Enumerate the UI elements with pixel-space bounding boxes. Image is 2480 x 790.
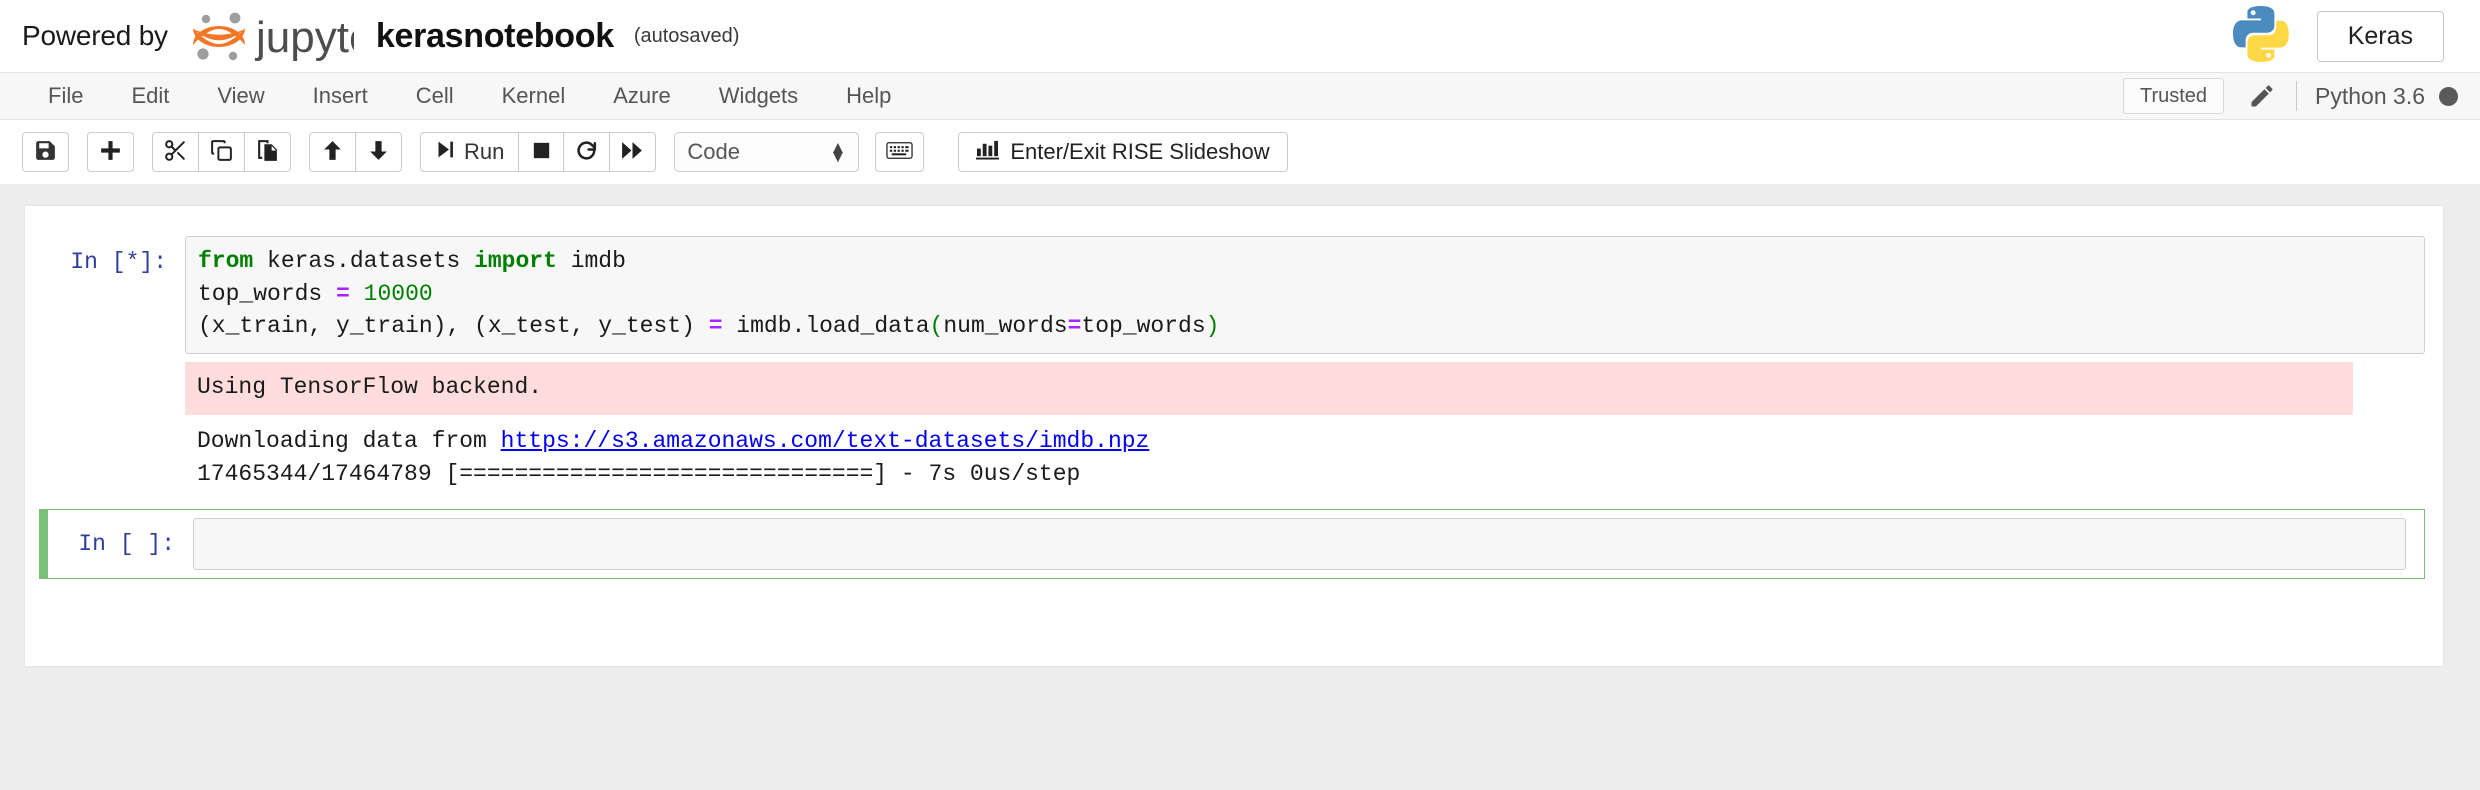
code-source [206,527,2393,560]
menu-item-view[interactable]: View [193,72,288,120]
restart-kernel-icon [574,138,599,166]
svg-text:jupyter: jupyter [254,13,354,62]
toolbar-group-save [22,132,69,172]
fast-forward-icon [620,138,645,166]
scissors-cut-icon [163,138,188,166]
cell-type-value: Code [687,139,740,164]
kernel-name-label: Python 3.6 [2315,82,2425,109]
trusted-badge[interactable]: Trusted [2122,78,2225,114]
move-cell-down-button[interactable] [355,132,402,172]
restart-kernel-button[interactable] [563,132,611,172]
arrow-up-icon [320,138,345,166]
menu-item-azure[interactable]: Azure [589,72,694,120]
menu-item-cell[interactable]: Cell [392,72,478,120]
pencil-icon[interactable] [2224,82,2296,110]
toolbar-group-insert [87,132,134,172]
cell-type-select[interactable]: Code ▲ ▼ [674,132,860,172]
notebook-cell[interactable]: In [*]: from keras.datasets import imdb … [25,228,2443,500]
toolbar-group-run: Run [420,132,657,172]
toolbar-group-clipboard [152,132,291,172]
code-source: from keras.datasets import imdb top_word… [198,248,1220,340]
app-header: Powered by jupyter kerasnotebook (autosa… [0,0,2480,72]
floppy-disk-save-icon [33,138,58,166]
cell-body: from keras.datasets import imdb top_word… [185,236,2425,492]
keras-button[interactable]: Keras [2316,10,2444,62]
python-logo-icon [2232,5,2289,67]
arrow-down-icon [366,138,391,166]
restart-run-all-button[interactable] [609,132,657,172]
download-url-link[interactable]: https://s3.amazonaws.com/text-datasets/i… [501,428,1150,454]
jupyter-logo-icon[interactable]: jupyter [186,10,354,62]
code-editor[interactable] [193,517,2406,571]
menu-item-insert[interactable]: Insert [289,72,392,120]
notebook-container: In [*]: from keras.datasets import imdb … [25,206,2443,666]
menu-item-widgets[interactable]: Widgets [695,72,822,120]
save-button[interactable] [22,132,69,172]
updown-spinner-icon[interactable]: ▲ ▼ [830,138,847,165]
menu-bar: File Edit View Insert Cell Kernel Azure … [0,72,2480,120]
menubar-right-group: Trusted Python 3.6 [2122,78,2480,114]
toolbar-group-palette [875,132,925,172]
bar-chart-icon [976,139,1000,166]
rise-slideshow-button[interactable]: Enter/Exit RISE Slideshow [958,132,1288,172]
cell-output-stream: Downloading data from https://s3.amazona… [197,427,1150,488]
menu-item-kernel[interactable]: Kernel [478,72,590,120]
menu-item-edit[interactable]: Edit [107,72,193,120]
paste-cell-button[interactable] [244,132,291,172]
notebook-cell-selected[interactable]: In [ ]: [39,508,2425,580]
code-editor[interactable]: from keras.datasets import imdb top_word… [185,236,2425,354]
copy-cell-button[interactable] [198,132,245,172]
autosave-status: (autosaved) [633,24,740,47]
cut-cell-button[interactable] [152,132,199,172]
toolbar-group-move [309,132,402,172]
paste-icon [255,138,280,166]
rise-slideshow-label: Enter/Exit RISE Slideshow [1010,139,1270,164]
run-button-label: Run [464,139,505,164]
menu-item-help[interactable]: Help [822,72,915,120]
stop-square-icon [530,139,553,165]
powered-by-label: Powered by [22,20,168,51]
header-right-group: Keras [2232,5,2444,67]
cell-output-stderr: Using TensorFlow backend. [185,361,2353,415]
run-cell-button[interactable]: Run [420,132,520,172]
run-cell-icon [435,139,456,166]
menubar-divider [2296,81,2298,111]
insert-cell-below-button[interactable] [87,132,134,172]
cell-prompt-input: In [*]: [70,249,167,275]
menu-item-file[interactable]: File [24,72,107,120]
kernel-busy-circle-icon[interactable] [2439,86,2458,106]
interrupt-kernel-button[interactable] [518,132,565,172]
copy-icon [209,138,234,166]
notebook-toolbar: Run Code ▲ ▼ Enter/Exit RISE Slideshow [0,120,2480,184]
move-cell-up-button[interactable] [309,132,356,172]
plus-add-cell-icon [98,138,123,166]
cell-body [193,517,2406,571]
command-palette-keyboard-icon [886,140,914,164]
cell-prompt-input: In [ ]: [78,530,175,557]
command-palette-button[interactable] [875,132,925,172]
notebook-title[interactable]: kerasnotebook [376,17,614,56]
notebook-page-background: In [*]: from keras.datasets import imdb … [0,184,2480,790]
